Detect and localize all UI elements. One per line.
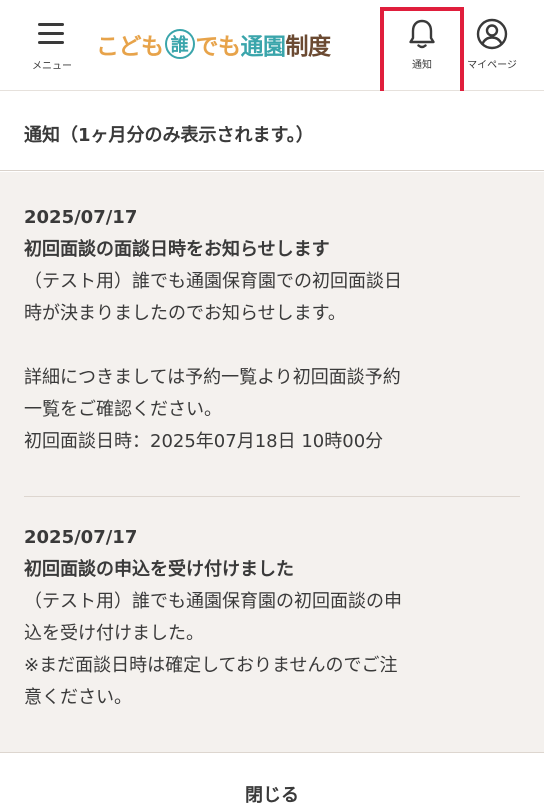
notification-button[interactable]: 通知 — [392, 14, 452, 76]
panel-title: 通知（1ヶ月分のみ表示されます。） — [0, 91, 544, 171]
notification-item: 2025/07/17 初回面談の申込を受け付けました （テスト用）誰でも通園保育… — [24, 522, 520, 714]
divider — [24, 496, 520, 497]
app-header: メニュー こども 誰 でも 通園 制度 通知 マイページ — [0, 0, 544, 95]
close-button[interactable]: 閉じる — [222, 781, 322, 807]
close-bar: 閉じる — [0, 752, 544, 806]
notification-date: 2025/07/17 — [24, 207, 138, 228]
notification-body: （テスト用）誰でも通園保育園での初回面談日 時が決まりましたのでお知らせします。… — [24, 271, 402, 452]
logo-badge: 誰 — [164, 29, 195, 59]
menu-button[interactable]: メニュー — [24, 18, 80, 72]
notification-list[interactable]: 2025/07/17 初回面談の面談日時をお知らせします （テスト用）誰でも通園… — [0, 172, 544, 752]
logo-text-part3: 通園 — [240, 34, 287, 60]
logo-text-part1: こども — [96, 34, 164, 60]
notification-title: 初回面談の申込を受け付けました — [24, 559, 294, 580]
user-icon — [476, 18, 508, 50]
logo-text-part2: でも — [195, 34, 242, 60]
app-logo[interactable]: こども 誰 でも 通園 制度 — [96, 24, 331, 64]
bell-icon — [409, 19, 435, 49]
hamburger-icon — [38, 23, 64, 45]
notification-date: 2025/07/17 — [24, 527, 138, 548]
notification-item: 2025/07/17 初回面談の面談日時をお知らせします （テスト用）誰でも通園… — [24, 202, 520, 458]
mypage-button[interactable]: マイページ — [458, 14, 526, 76]
notification-title: 初回面談の面談日時をお知らせします — [24, 239, 330, 260]
notification-label: 通知 — [412, 60, 432, 71]
mypage-label: マイページ — [467, 60, 517, 71]
notification-body: （テスト用）誰でも通園保育園の初回面談の申 込を受け付けました。 ※まだ面談日時… — [24, 591, 402, 708]
menu-label: メニュー — [32, 61, 72, 72]
logo-text-part4: 制度 — [285, 34, 332, 60]
